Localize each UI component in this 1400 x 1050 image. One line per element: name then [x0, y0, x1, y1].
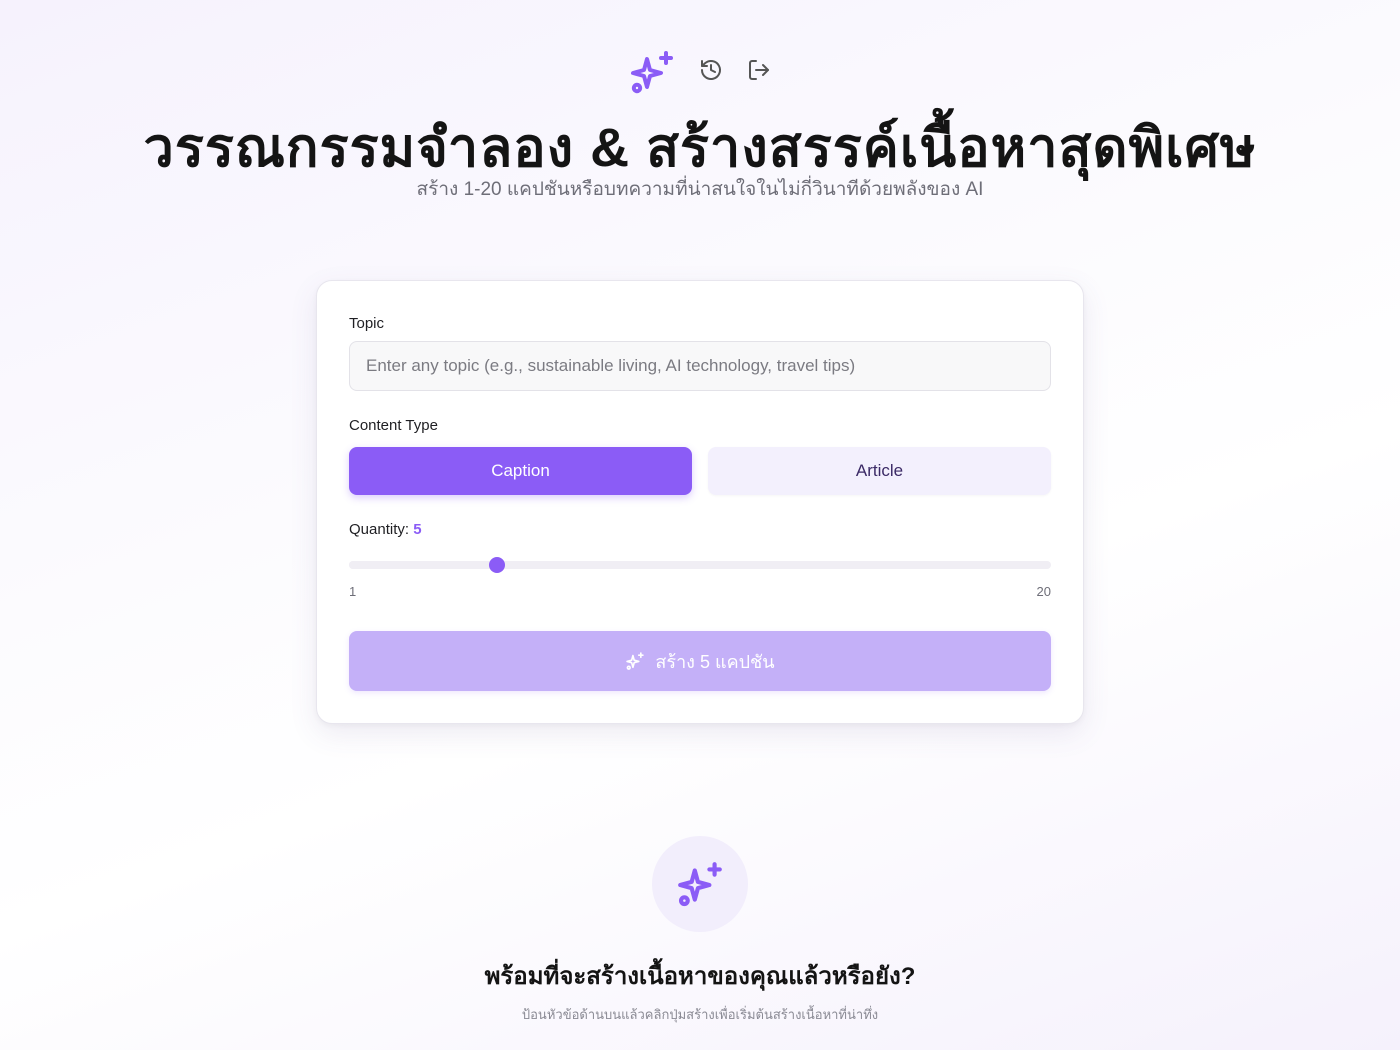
- caption-option-button[interactable]: Caption: [349, 447, 692, 495]
- quantity-label-row: Quantity: 5: [349, 521, 422, 538]
- content-type-label: Content Type: [349, 417, 438, 434]
- range-max-label: 20: [1036, 584, 1051, 599]
- generate-button-label: สร้าง 5 แคปชัน: [655, 651, 775, 672]
- empty-state-title: พร้อมที่จะสร้างเนื้อหาของคุณแล้วหรือยัง?: [484, 963, 916, 990]
- empty-state-subtitle: ป้อนหัวข้อด้านบนแล้วคลิกปุ่มสร้างเพื่อเร…: [521, 1007, 879, 1022]
- quantity-value: 5: [413, 521, 422, 538]
- quantity-slider[interactable]: [349, 557, 1051, 573]
- generate-button[interactable]: สร้าง 5 แคปชัน: [349, 631, 1051, 691]
- range-min-label: 1: [349, 584, 357, 599]
- sparkles-icon: [624, 44, 680, 100]
- topic-label: Topic: [349, 315, 385, 332]
- sparkles-icon: [625, 651, 645, 671]
- generator-card: Topic Content Type Caption Article Quant…: [316, 280, 1084, 724]
- quantity-label: Quantity:: [349, 521, 410, 538]
- history-icon: [699, 58, 723, 87]
- sparkles-icon: [675, 859, 725, 909]
- logout-icon: [747, 58, 771, 87]
- top-bar: [0, 44, 1400, 100]
- article-option-button[interactable]: Article: [708, 447, 1051, 495]
- page-subtitle: สร้าง 1-20 แคปชันหรือบทความที่น่าสนใจในไ…: [416, 179, 984, 200]
- slider-fill: [349, 561, 497, 569]
- slider-thumb[interactable]: [488, 557, 505, 573]
- logout-button[interactable]: [742, 55, 776, 89]
- history-button[interactable]: [694, 55, 728, 89]
- empty-state-badge: [652, 836, 748, 932]
- topic-input[interactable]: [349, 341, 1051, 391]
